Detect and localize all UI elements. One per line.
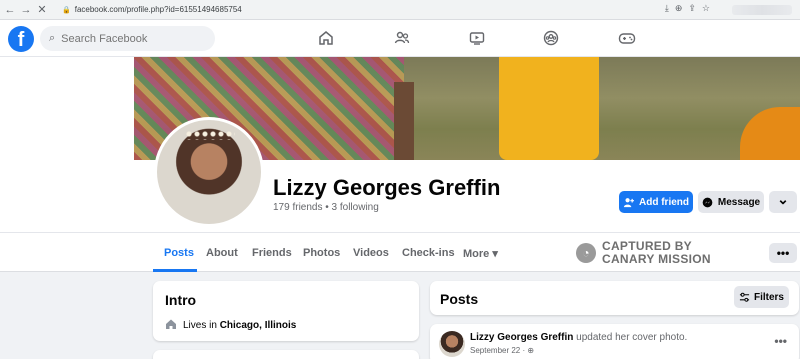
post-options-icon[interactable]: ••• xyxy=(774,334,787,348)
next-card xyxy=(153,350,419,359)
home-icon[interactable] xyxy=(315,28,337,48)
post-author[interactable]: Lizzy Georges Greffin xyxy=(470,332,573,343)
lives-in-row: Lives in Chicago, Illinois xyxy=(165,318,296,333)
tab-posts[interactable]: Posts xyxy=(164,247,194,259)
watermark: ◔ CAPTURED BY CANARY MISSION xyxy=(576,240,711,266)
search-input[interactable] xyxy=(61,32,202,45)
filters-label: Filters xyxy=(753,291,784,303)
gaming-icon[interactable] xyxy=(616,28,638,48)
share-icon[interactable]: ⇪ xyxy=(688,3,696,14)
filters-icon xyxy=(739,292,750,302)
profile-picture[interactable] xyxy=(154,117,264,227)
active-tab-indicator xyxy=(153,269,197,272)
posts-header-card: Posts Filters xyxy=(430,281,799,315)
url-text: facebook.com/profile.php?id=615514946857… xyxy=(74,5,242,14)
download-icon[interactable]: ⤓ xyxy=(665,3,669,14)
post-date[interactable]: September 22 · ⊕ xyxy=(470,346,534,355)
intro-title: Intro xyxy=(165,292,197,308)
tab-photos[interactable]: Photos xyxy=(303,247,340,259)
top-nav: f ⌕ xyxy=(0,20,800,57)
message-button[interactable]: Message xyxy=(698,191,764,213)
back-icon[interactable]: ← xyxy=(2,2,18,18)
friends-count[interactable]: 179 friends • 3 following xyxy=(273,202,379,213)
cover-figure-shape xyxy=(499,57,599,160)
tabs-more-button[interactable]: ••• xyxy=(769,243,797,263)
browser-toolbar: ← → ✕ 🔒 facebook.com/profile.php?id=6155… xyxy=(0,0,800,20)
post-item: Lizzy Georges Greffin updated her cover … xyxy=(430,324,799,359)
add-friend-icon xyxy=(623,197,634,207)
search-icon: ⌕ xyxy=(49,32,56,44)
star-icon[interactable]: ☆ xyxy=(702,3,710,14)
tab-about[interactable]: About xyxy=(206,247,238,259)
profile-name: Lizzy Georges Greffin xyxy=(273,175,501,200)
profile-dropdown-button[interactable]: ⌄ xyxy=(769,191,797,213)
filters-button[interactable]: Filters xyxy=(734,286,789,308)
canary-logo-icon: ◔ xyxy=(576,243,596,263)
post-action: updated her cover photo. xyxy=(576,332,688,343)
lives-prefix: Lives in xyxy=(183,320,217,331)
stop-loading-icon[interactable]: ✕ xyxy=(34,2,50,18)
tab-videos[interactable]: Videos xyxy=(353,247,389,259)
tab-more[interactable]: More ▾ xyxy=(463,247,498,260)
groups-icon[interactable] xyxy=(540,28,562,48)
lock-icon: 🔒 xyxy=(62,6,71,14)
facebook-logo[interactable]: f xyxy=(8,26,34,52)
post-author-avatar[interactable] xyxy=(439,331,465,357)
browser-actions: ⤓ ⊕ ⇪ ☆ xyxy=(665,3,710,14)
tab-check-ins[interactable]: Check-ins xyxy=(402,247,455,259)
add-friend-label: Add friend xyxy=(639,196,689,208)
zoom-icon[interactable]: ⊕ xyxy=(675,3,683,14)
post-header: Lizzy Georges Greffin updated her cover … xyxy=(470,332,687,343)
posts-title: Posts xyxy=(440,291,479,307)
address-bar[interactable]: 🔒 facebook.com/profile.php?id=6155149468… xyxy=(62,5,242,14)
search-box[interactable]: ⌕ xyxy=(40,26,215,51)
watermark-line-2: CANARY MISSION xyxy=(602,252,711,266)
tab-friends[interactable]: Friends xyxy=(252,247,292,259)
watch-icon[interactable] xyxy=(466,28,488,48)
flower-crown-shape xyxy=(185,130,235,140)
extension-area xyxy=(732,5,792,15)
home-location-icon xyxy=(165,318,177,333)
messenger-icon xyxy=(702,197,713,207)
location-link[interactable]: Chicago, Illinois xyxy=(220,320,297,331)
friends-icon[interactable] xyxy=(391,28,413,48)
intro-card: Intro Lives in Chicago, Illinois xyxy=(153,281,419,341)
message-label: Message xyxy=(717,196,761,208)
profile-tabs: Posts About Friends Photos Videos Check-… xyxy=(0,232,800,272)
forward-icon[interactable]: → xyxy=(18,2,34,18)
add-friend-button[interactable]: Add friend xyxy=(619,191,693,213)
chevron-down-icon: ⌄ xyxy=(777,191,789,207)
